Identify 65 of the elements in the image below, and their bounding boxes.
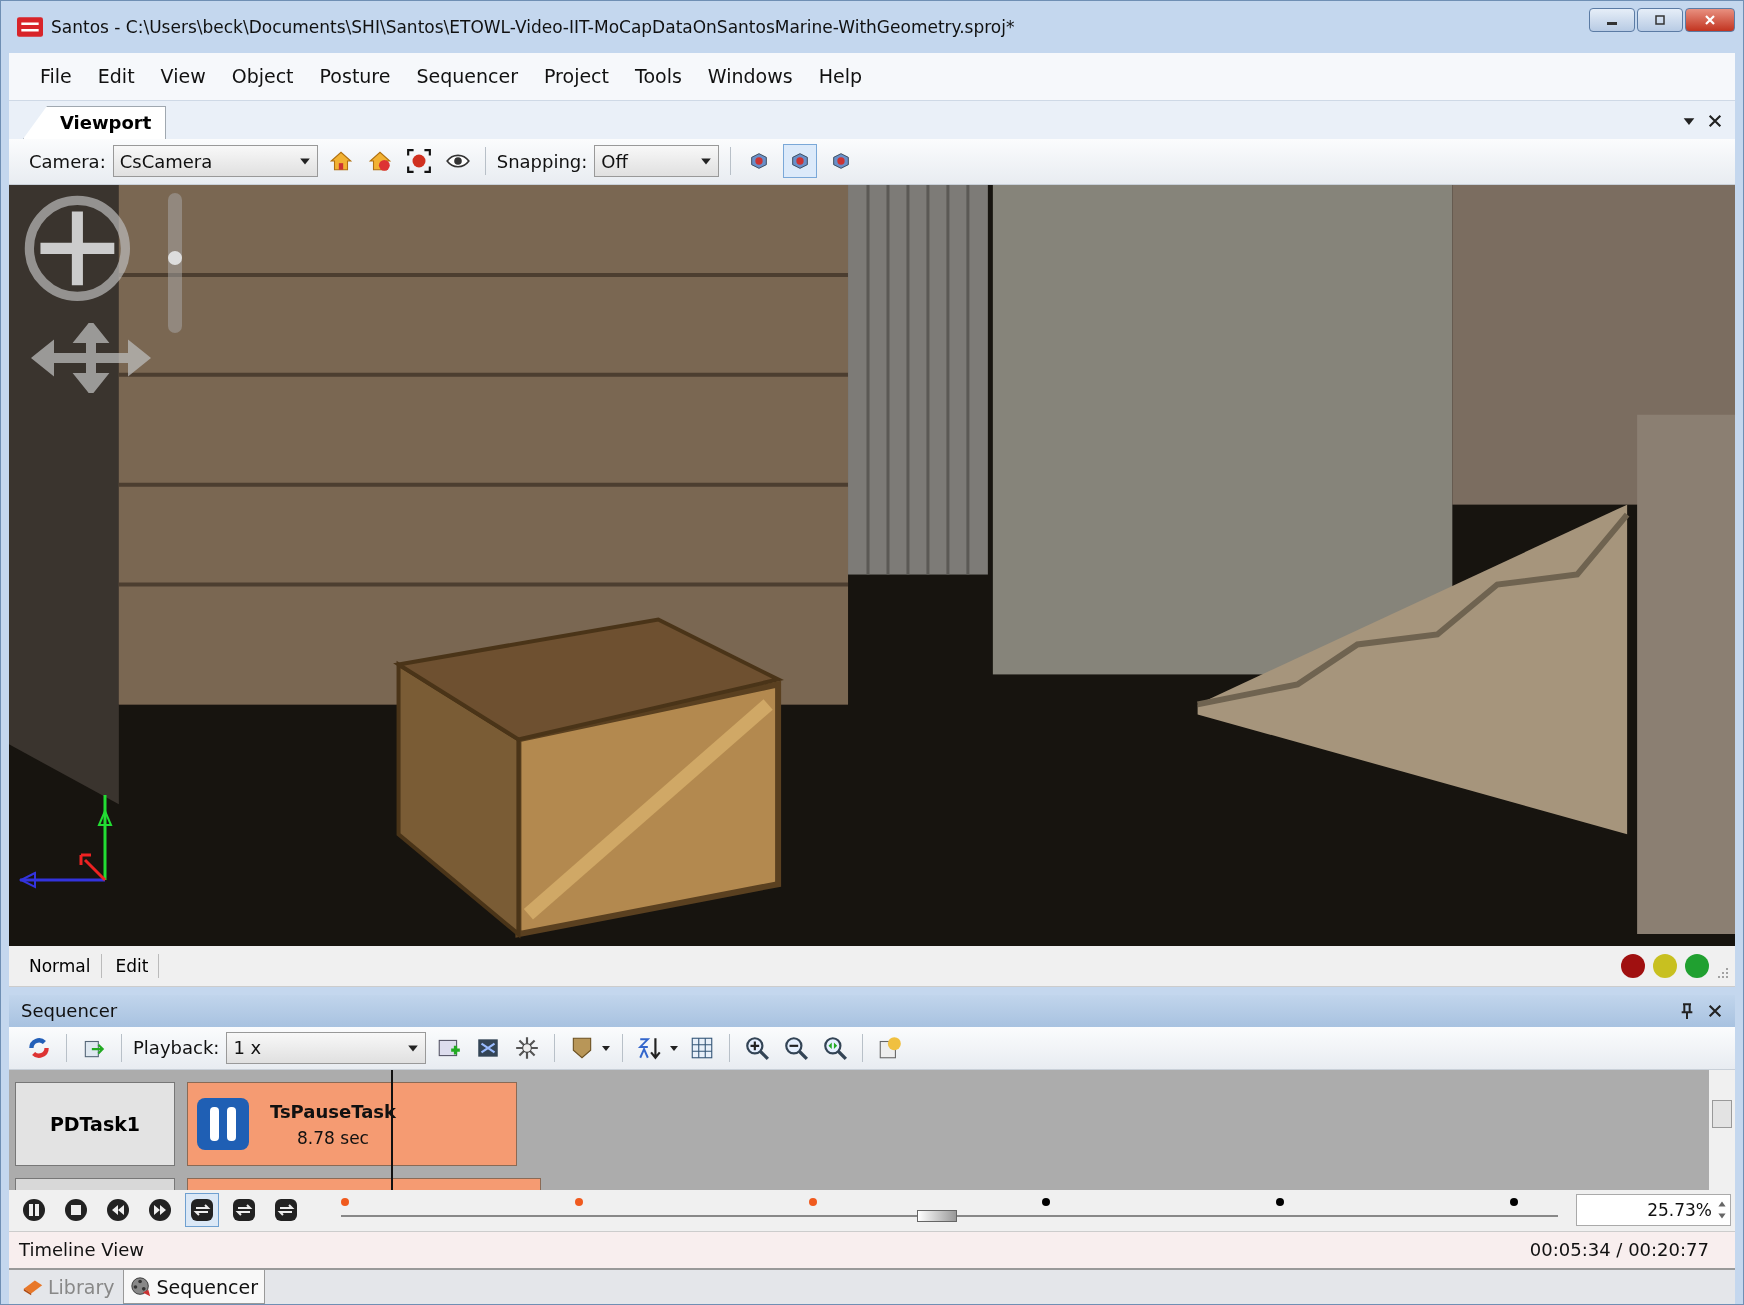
zoom-bar-icon[interactable] [165, 192, 185, 333]
panel-tab[interactable]: Sequencer [123, 1270, 265, 1304]
app-logo-icon [17, 17, 43, 38]
camera-label: Camera: [29, 150, 106, 172]
window-title: Santos - C:\Users\beck\Documents\SHI\Santos\ETOWL-Video-IIT-MoCapDataOnSantosMarine-WithGeometry.sproj* [51, 17, 1015, 38]
spark-icon[interactable] [514, 1034, 541, 1061]
zoom-in-icon[interactable] [744, 1034, 771, 1061]
close-button[interactable] [1685, 8, 1735, 33]
rewind-icon [106, 1198, 130, 1223]
pause-icon [196, 1097, 250, 1152]
zoom-fit-icon[interactable] [822, 1034, 849, 1061]
keyframe-marker[interactable] [574, 1198, 583, 1207]
keyframe-marker[interactable] [808, 1198, 817, 1207]
keyframe-marker[interactable] [1276, 1198, 1285, 1207]
menu-item[interactable]: Object [218, 65, 307, 88]
snapping-dropdown[interactable]: Off [594, 145, 720, 178]
fast-forward-icon [148, 1198, 172, 1223]
loop-icon [232, 1198, 256, 1223]
close-icon[interactable] [1707, 1002, 1723, 1019]
menu-item[interactable]: File [27, 65, 85, 88]
menu-item[interactable]: Tools [622, 65, 695, 88]
mode-button[interactable]: Normal [23, 953, 102, 978]
properties-icon[interactable] [877, 1034, 904, 1061]
track-label[interactable]: PDTask1 [15, 1082, 175, 1167]
minimize-icon [1607, 21, 1617, 25]
stop-icon [64, 1198, 88, 1223]
pan-control-icon[interactable] [31, 322, 151, 393]
status-text: Timeline View [19, 1239, 144, 1261]
vertical-scrollbar[interactable] [1709, 1070, 1735, 1191]
loop-mode-button[interactable] [185, 1193, 219, 1228]
keyframe-marker[interactable] [1042, 1198, 1051, 1207]
snapping-label: Snapping: [496, 150, 588, 172]
viewport-tab[interactable]: Viewport [23, 106, 167, 140]
panel-title: Sequencer [21, 1000, 118, 1022]
minimize-button[interactable] [1589, 8, 1635, 33]
menu-item[interactable]: Edit [84, 65, 148, 88]
task-duration: 8.78 sec [297, 1127, 369, 1148]
menu-item[interactable]: View [147, 65, 219, 88]
time-readout: 00:05:34 / 00:20:77 [1529, 1239, 1709, 1261]
maximize-button[interactable] [1637, 8, 1683, 33]
camera-dropdown[interactable]: CsCamera [112, 145, 318, 178]
menu-item[interactable]: Sequencer [403, 65, 531, 88]
playback-label: Playback: [133, 1037, 220, 1059]
slider-thumb[interactable] [917, 1210, 958, 1223]
close-icon[interactable] [1707, 113, 1723, 130]
zoom-spinbox[interactable]: 25.73% [1576, 1194, 1731, 1227]
pin-icon[interactable] [1679, 1002, 1695, 1019]
zoom-out-icon[interactable] [783, 1034, 810, 1061]
loop-icon [274, 1198, 298, 1223]
maximize-icon [1654, 14, 1666, 27]
close-icon [1704, 14, 1716, 27]
playback-dropdown[interactable]: 1 x [226, 1031, 427, 1064]
keyframe-marker[interactable] [1510, 1198, 1518, 1207]
mode-button[interactable]: Edit [109, 953, 160, 978]
menu-item[interactable]: Windows [694, 65, 806, 88]
loop-icon [190, 1198, 214, 1223]
frame-icon[interactable] [405, 148, 432, 175]
menu-item[interactable]: Posture [306, 65, 404, 88]
resize-grip-icon [1717, 966, 1729, 979]
keyframe-marker[interactable] [341, 1198, 349, 1207]
menu-item[interactable]: Project [531, 65, 622, 88]
menu-item[interactable]: Help [805, 65, 875, 88]
film-reel-icon [130, 1275, 153, 1298]
view-button[interactable] [783, 144, 818, 179]
pause-icon [22, 1198, 46, 1223]
